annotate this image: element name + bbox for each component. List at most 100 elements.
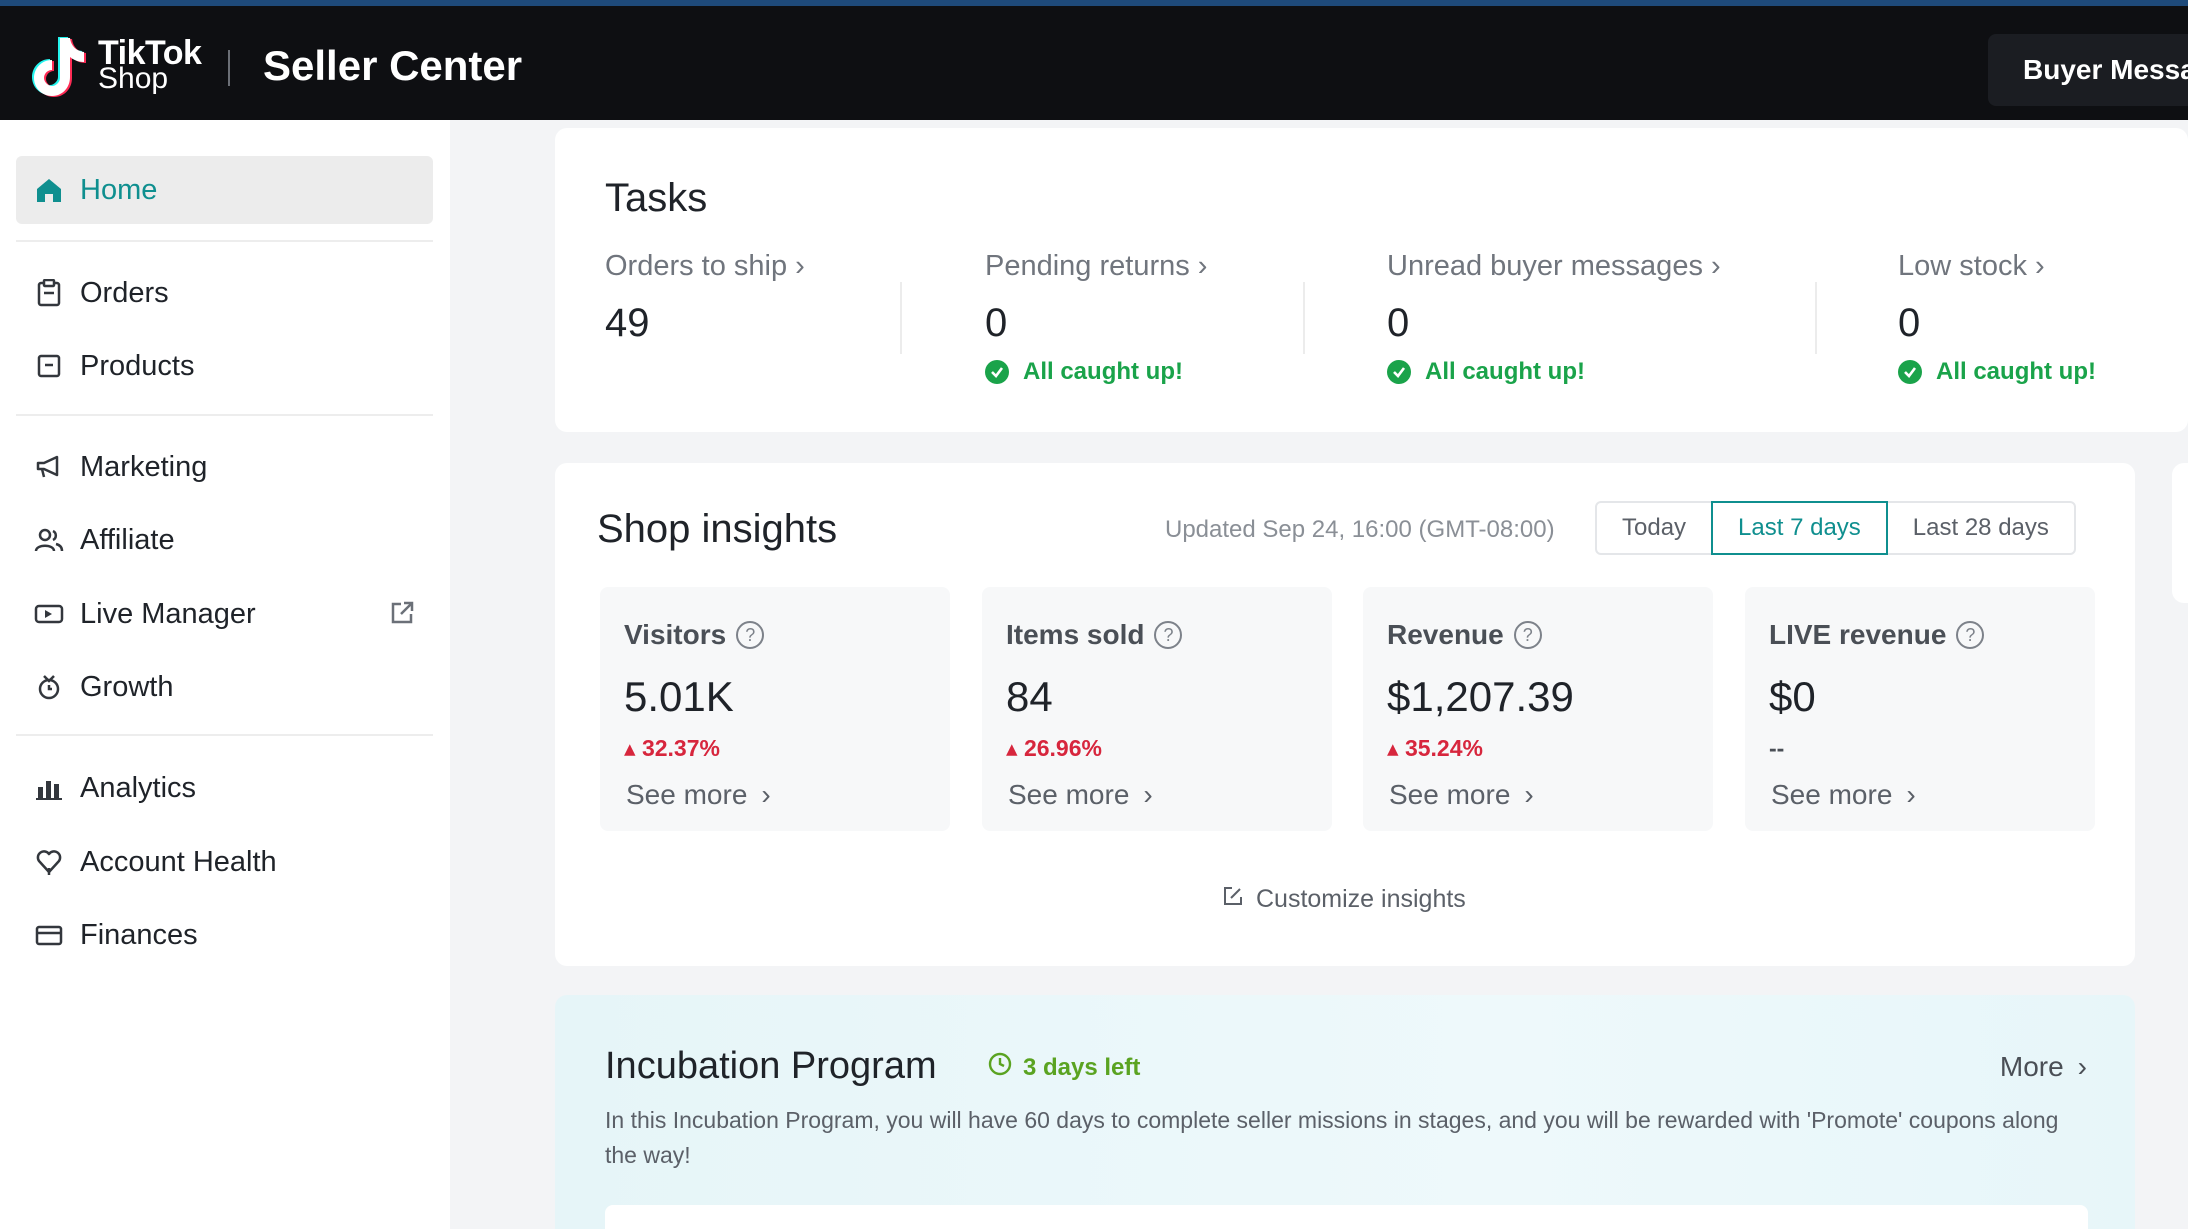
task-label[interactable]: Pending returns › bbox=[985, 250, 1207, 283]
sidebar-item-analytics[interactable]: Analytics bbox=[16, 754, 433, 822]
task-unread-buyer-messages[interactable]: Unread buyer messages › 0 All caught up! bbox=[1387, 250, 1721, 386]
metric-items-sold: Items sold? 84 ▴ 26.96% See more › bbox=[982, 587, 1332, 831]
task-value: 0 bbox=[1898, 301, 1921, 345]
help-icon[interactable]: ? bbox=[1513, 621, 1542, 649]
help-icon[interactable]: ? bbox=[1956, 621, 1985, 649]
task-divider bbox=[900, 282, 902, 354]
check-circle-icon bbox=[985, 360, 1009, 384]
sidebar-item-products[interactable]: Products bbox=[16, 332, 433, 400]
sidebar-item-label: Affiliate bbox=[80, 523, 175, 556]
incubation-description: In this Incubation Program, you will hav… bbox=[605, 1107, 2059, 1168]
see-more-link[interactable]: See more › bbox=[1771, 779, 1916, 811]
arrow-up-icon: ▴ bbox=[1006, 735, 1024, 761]
home-icon bbox=[34, 175, 64, 205]
external-link-icon[interactable] bbox=[389, 600, 415, 634]
help-icon[interactable]: ? bbox=[1154, 621, 1183, 649]
task-status-text: All caught up! bbox=[1425, 358, 1585, 385]
task-divider bbox=[1815, 282, 1817, 354]
sidebar-item-label: Analytics bbox=[80, 771, 197, 804]
sidebar-item-label: Live Manager bbox=[80, 597, 256, 630]
task-value: 0 bbox=[985, 301, 1008, 345]
metric-label: LIVE revenue bbox=[1769, 619, 1947, 650]
sidebar-item-home[interactable]: Home bbox=[16, 156, 433, 224]
task-status: All caught up! bbox=[985, 358, 1207, 386]
task-divider bbox=[1303, 282, 1305, 354]
sidebar-item-label: Account Health bbox=[80, 845, 277, 878]
incubation-program-card: Incubation Program 3 days left More › In… bbox=[555, 995, 2135, 1229]
incubation-more-link[interactable]: More › bbox=[2000, 1051, 2087, 1083]
people-icon bbox=[34, 525, 64, 555]
metric-label: Revenue bbox=[1387, 619, 1504, 650]
customize-insights-label: Customize insights bbox=[1256, 885, 1466, 913]
metric-revenue: Revenue? $1,207.39 ▴ 35.24% See more › bbox=[1363, 587, 1713, 831]
customize-insights-button[interactable]: Customize insights bbox=[1222, 885, 1466, 914]
task-pending-returns[interactable]: Pending returns › 0 All caught up! bbox=[985, 250, 1207, 386]
see-more-link[interactable]: See more › bbox=[626, 779, 771, 811]
date-range-selector: Today Last 7 days Last 28 days bbox=[1595, 501, 2076, 555]
metric-change: ▴ 35.24% bbox=[1387, 735, 1483, 761]
sidebar-divider bbox=[16, 414, 433, 416]
header-divider bbox=[228, 50, 230, 86]
task-low-stock[interactable]: Low stock › 0 All caught up! bbox=[1898, 250, 2096, 386]
see-more-link[interactable]: See more › bbox=[1389, 779, 1534, 811]
chevron-right-icon: › bbox=[761, 779, 771, 810]
range-last-7-days[interactable]: Last 7 days bbox=[1711, 501, 1888, 555]
tasks-card: Tasks Orders to ship › 49 Pending return… bbox=[555, 128, 2188, 432]
metric-visitors: Visitors? 5.01K ▴ 32.37% See more › bbox=[600, 587, 950, 831]
sidebar-item-marketing[interactable]: Marketing bbox=[16, 433, 433, 501]
range-today[interactable]: Today bbox=[1597, 503, 1711, 553]
task-value: 0 bbox=[1387, 301, 1410, 345]
task-status: All caught up! bbox=[1898, 358, 2096, 386]
metric-live-revenue: LIVE revenue? $0 -- See more › bbox=[1745, 587, 2095, 831]
task-label[interactable]: Orders to ship › bbox=[605, 250, 805, 283]
clipboard-icon bbox=[34, 278, 64, 308]
sidebar-item-account-health[interactable]: Account Health bbox=[16, 828, 433, 896]
sidebar-item-affiliate[interactable]: Affiliate bbox=[16, 506, 433, 574]
sidebar-item-label: Growth bbox=[80, 670, 174, 703]
sidebar-item-growth[interactable]: Growth bbox=[16, 653, 433, 721]
metric-value: 84 bbox=[1006, 673, 1053, 720]
metric-value: 5.01K bbox=[624, 673, 734, 720]
chevron-right-icon: › bbox=[1143, 779, 1153, 810]
days-left-text: 3 days left bbox=[1023, 1053, 1141, 1081]
sidebar-divider bbox=[16, 240, 433, 242]
tiktok-shop-logo[interactable]: TikTok Shop bbox=[30, 34, 202, 98]
sidebar-item-label: Finances bbox=[80, 918, 198, 951]
task-value: 49 bbox=[605, 301, 650, 345]
days-left-badge: 3 days left bbox=[987, 1051, 1140, 1084]
arrow-up-icon: ▴ bbox=[624, 735, 642, 761]
metric-label: Items sold bbox=[1006, 619, 1145, 650]
task-status-text: All caught up! bbox=[1023, 358, 1183, 385]
task-orders-to-ship[interactable]: Orders to ship › 49 bbox=[605, 250, 805, 346]
edit-icon bbox=[1222, 885, 1244, 914]
range-last-28-days[interactable]: Last 28 days bbox=[1888, 503, 2074, 553]
insights-title: Shop insights bbox=[597, 507, 838, 551]
right-panel-edge bbox=[2172, 463, 2188, 603]
task-status: All caught up! bbox=[1387, 358, 1721, 386]
metric-label: Visitors bbox=[624, 619, 727, 650]
sidebar-item-label: Products bbox=[80, 349, 195, 382]
buyer-messages-button[interactable]: Buyer Messa bbox=[1988, 34, 2188, 106]
sidebar-item-label: Marketing bbox=[80, 450, 208, 483]
task-status-text: All caught up! bbox=[1936, 358, 2096, 385]
metric-change: -- bbox=[1769, 735, 1785, 761]
arrow-up-icon: ▴ bbox=[1387, 735, 1405, 761]
sidebar-divider bbox=[16, 734, 433, 736]
see-more-link[interactable]: See more › bbox=[1008, 779, 1153, 811]
megaphone-icon bbox=[34, 452, 64, 482]
top-bar: TikTok Shop Seller Center Buyer Messa bbox=[0, 0, 2188, 120]
chevron-right-icon: › bbox=[1906, 779, 1916, 810]
video-icon bbox=[34, 599, 64, 629]
task-label[interactable]: Unread buyer messages › bbox=[1387, 250, 1721, 283]
sidebar-item-orders[interactable]: Orders bbox=[16, 259, 433, 327]
sidebar-item-label: Home bbox=[80, 173, 158, 206]
task-label[interactable]: Low stock › bbox=[1898, 250, 2096, 283]
bar-chart-icon bbox=[34, 773, 64, 803]
wallet-icon bbox=[34, 920, 64, 950]
sidebar-item-live-manager[interactable]: Live Manager bbox=[16, 580, 433, 648]
app-title: Seller Center bbox=[263, 42, 523, 89]
help-icon[interactable]: ? bbox=[736, 621, 765, 649]
metric-value: $0 bbox=[1769, 673, 1816, 720]
sidebar-item-finances[interactable]: Finances bbox=[16, 901, 433, 969]
tiktok-logo-icon bbox=[30, 34, 88, 98]
